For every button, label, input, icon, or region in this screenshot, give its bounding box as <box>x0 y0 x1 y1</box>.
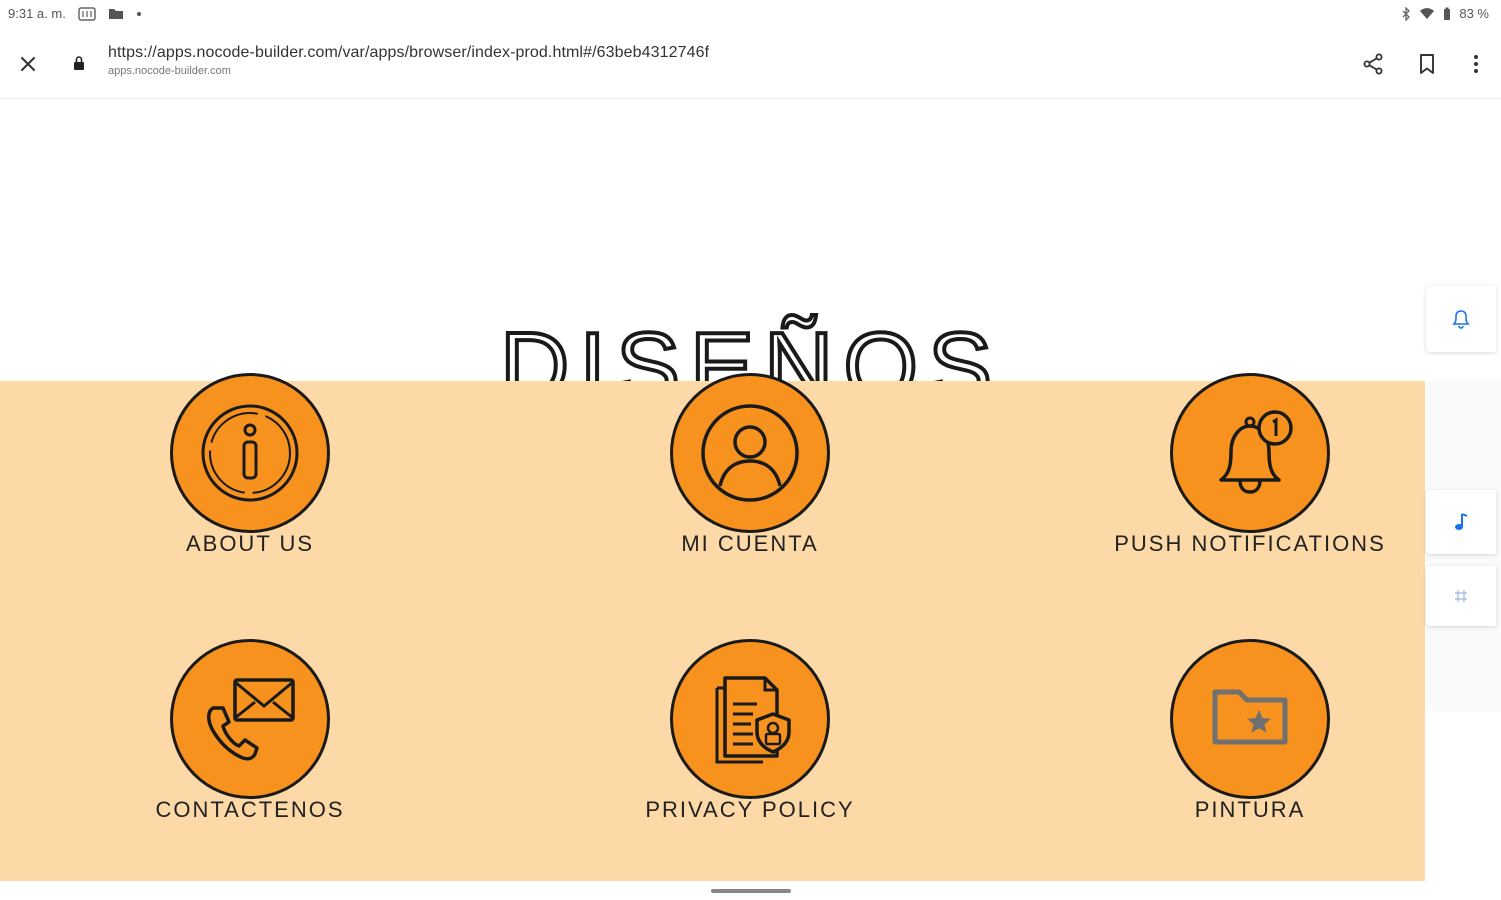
battery-level: 83 % <box>1459 6 1489 21</box>
tile-circle <box>170 639 330 799</box>
lock-icon <box>72 54 86 77</box>
tile-label: MI CUENTA <box>681 531 819 556</box>
menu-panel: ABOUT US MI CUENTA PUSH NOTIFICATIONS CO… <box>0 373 1425 881</box>
bluetooth-icon <box>1401 6 1411 21</box>
more-menu-button[interactable] <box>1462 50 1490 78</box>
music-tool-button[interactable] <box>1426 490 1496 554</box>
page-title: DISEÑOS <box>498 312 1003 382</box>
tile-circle <box>170 373 330 533</box>
document-icon <box>715 676 791 764</box>
tile-circle <box>670 373 830 533</box>
music-note-icon <box>1455 513 1468 530</box>
tile-privacy-policy[interactable]: PRIVACY POLICY <box>586 639 886 869</box>
grid-tool-button[interactable] <box>1426 566 1496 626</box>
tile-circle <box>1170 373 1330 533</box>
tile-mi-cuenta[interactable]: MI CUENTA <box>586 373 886 603</box>
more-vert-icon <box>1474 55 1478 73</box>
bookmark-icon <box>1420 54 1434 74</box>
folder-star-icon <box>1212 689 1288 745</box>
bell-outline-icon <box>1452 310 1470 329</box>
browser-toolbar: https://apps.nocode-builder.com/var/apps… <box>0 30 1501 99</box>
close-icon <box>21 57 35 71</box>
nfc-icon <box>78 6 96 21</box>
status-bar: 9:31 a. m. 83 % <box>0 0 1501 30</box>
tile-circle <box>1170 639 1330 799</box>
tile-push-notifications[interactable]: PUSH NOTIFICATIONS <box>1086 373 1386 603</box>
tile-label: ABOUT US <box>185 531 315 556</box>
tile-label: PUSH NOTIFICATIONS <box>1114 531 1386 556</box>
tile-about-us[interactable]: ABOUT US <box>86 373 386 603</box>
tile-contactenos[interactable]: CONTACTENOS <box>86 639 386 869</box>
share-button[interactable] <box>1359 50 1387 78</box>
grid-icon <box>1455 590 1467 602</box>
battery-icon <box>1443 7 1451 21</box>
contact-icon <box>207 678 295 761</box>
notifications-tool-button[interactable] <box>1426 286 1496 352</box>
info-icon <box>201 404 299 502</box>
share-icon <box>1363 53 1383 75</box>
tile-label: PINTURA <box>1194 797 1306 822</box>
wifi-icon <box>1419 7 1435 20</box>
gesture-nav-handle[interactable] <box>711 889 791 893</box>
user-icon <box>701 404 799 502</box>
status-time: 9:31 a. m. <box>8 6 66 21</box>
tile-label: CONTACTENOS <box>155 797 345 822</box>
close-tab-button[interactable] <box>14 50 42 78</box>
address-bar[interactable]: https://apps.nocode-builder.com/var/apps… <box>108 44 709 77</box>
tile-label: PRIVACY POLICY <box>645 797 855 822</box>
tile-circle <box>670 639 830 799</box>
dot-icon <box>136 11 142 17</box>
tile-pintura[interactable]: PINTURA <box>1086 639 1386 869</box>
bookmark-button[interactable] <box>1413 50 1441 78</box>
url-domain: apps.nocode-builder.com <box>108 65 231 77</box>
bell-icon <box>1219 410 1293 494</box>
url-text: https://apps.nocode-builder.com/var/apps… <box>108 44 710 61</box>
folder-icon <box>108 7 124 20</box>
